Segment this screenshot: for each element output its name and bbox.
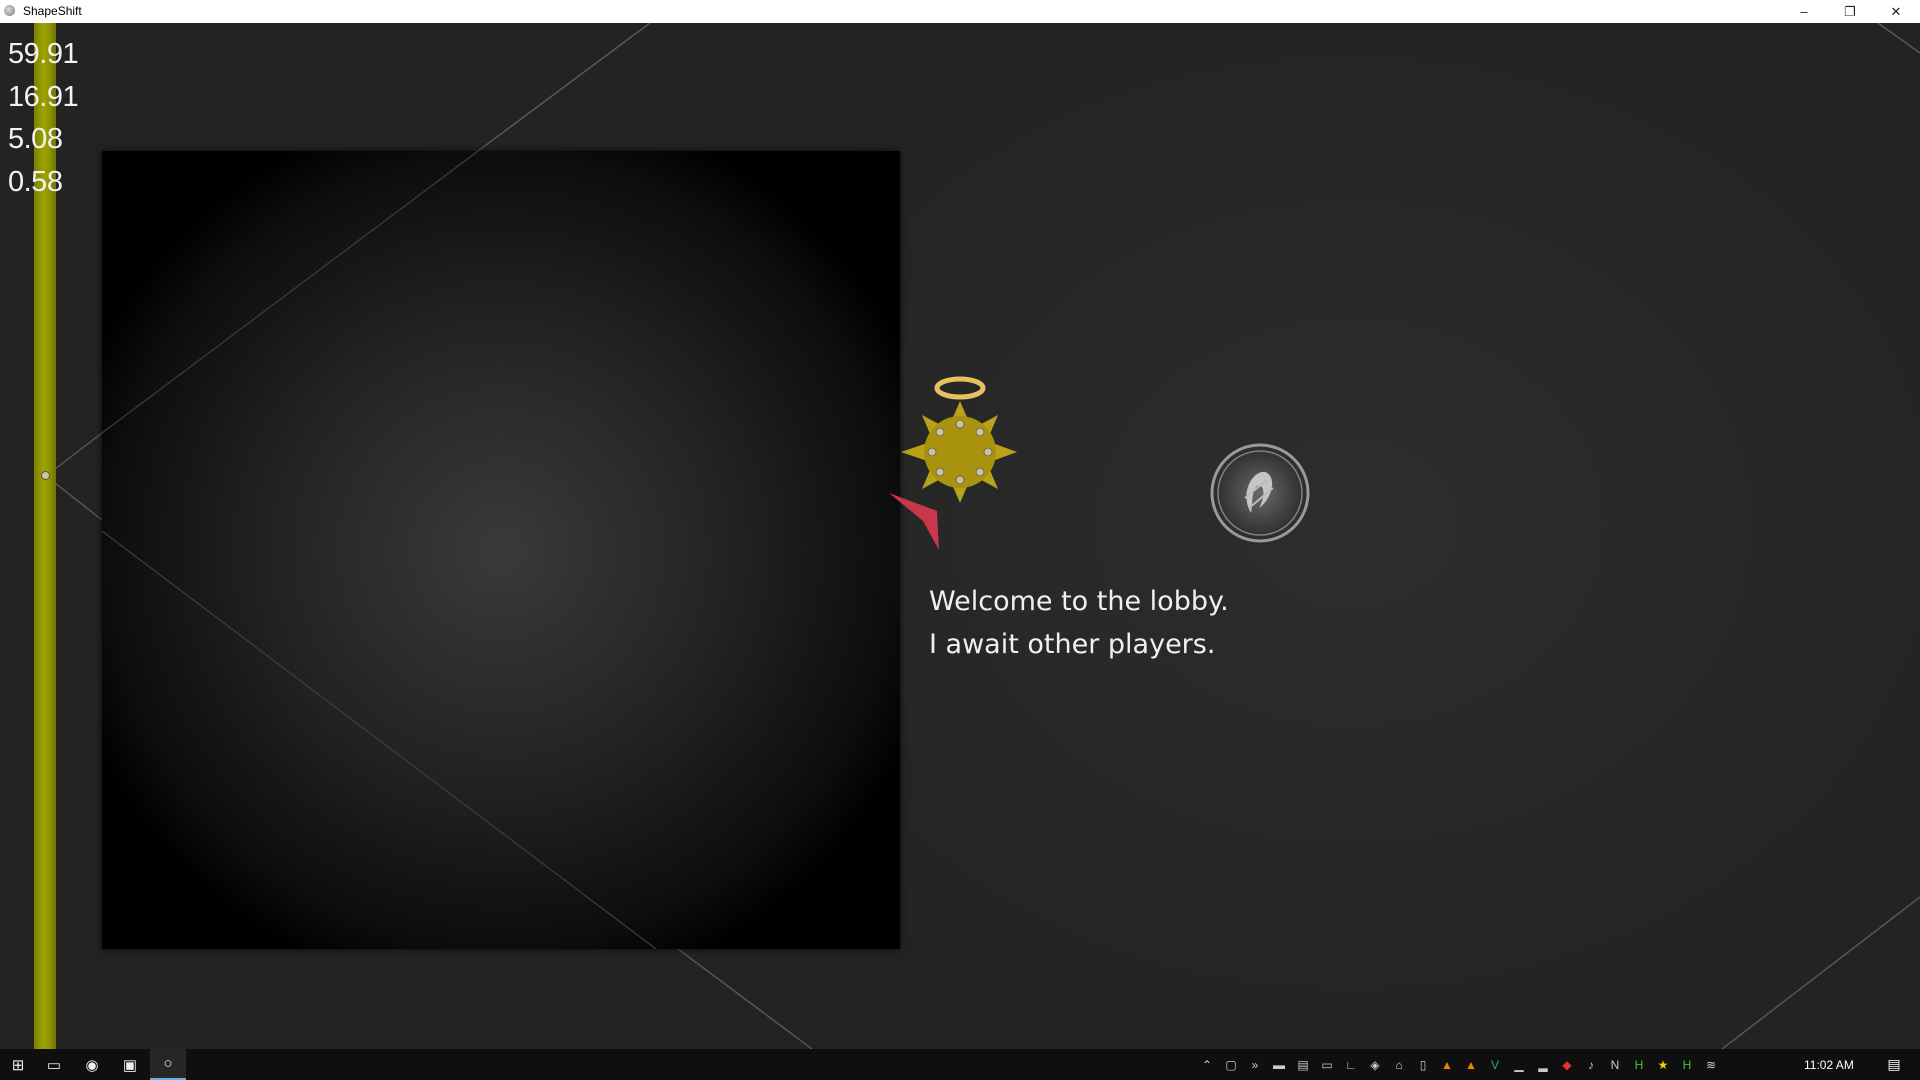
halo-icon: [934, 376, 986, 400]
printer-icon[interactable]: ▤: [1291, 1049, 1315, 1080]
pointer-arrow-icon: [889, 493, 939, 550]
shield-icon[interactable]: ◆: [1555, 1049, 1579, 1080]
overflow-icon[interactable]: »: [1243, 1049, 1267, 1080]
wifi-icon[interactable]: ≋: [1699, 1049, 1723, 1080]
monitor-icon[interactable]: ▭: [1315, 1049, 1339, 1080]
v-icon[interactable]: V: [1483, 1049, 1507, 1080]
game-window-icon[interactable]: ○: [150, 1049, 186, 1080]
game-canvas[interactable]: 59.91 16.91 5.08 0.58 Welcome to the lob…: [0, 23, 1920, 1049]
h-icon[interactable]: H: [1675, 1049, 1699, 1080]
vlc-icon-2[interactable]: ▲: [1459, 1049, 1483, 1080]
network-icon[interactable]: ⌂: [1387, 1049, 1411, 1080]
other-player-orb[interactable]: [1205, 438, 1315, 548]
lobby-message: Welcome to the lobby. I await other play…: [929, 580, 1229, 666]
minimize-button[interactable]: –: [1781, 0, 1827, 23]
grid-line: [1877, 23, 1920, 54]
stat-value-4: 0.58: [8, 165, 63, 198]
app-h-icon[interactable]: H: [1627, 1049, 1651, 1080]
shapeshift-app-icon[interactable]: ◉: [74, 1049, 110, 1080]
taskbar-clock[interactable]: 11:02 AM: [1804, 1058, 1854, 1072]
grid-line: [54, 482, 103, 521]
restore-button[interactable]: ❐: [1827, 0, 1873, 23]
app-n-icon[interactable]: N: [1603, 1049, 1627, 1080]
chart-icon[interactable]: ∟: [1339, 1049, 1363, 1080]
windows-start-icon[interactable]: ⊞: [0, 1049, 36, 1080]
grid-line: [677, 948, 813, 1049]
window-icon[interactable]: ▢: [1219, 1049, 1243, 1080]
bar-position-marker: [41, 471, 50, 480]
usb-icon[interactable]: ▯: [1411, 1049, 1435, 1080]
window-title: ShapeShift: [23, 4, 82, 18]
stat-value-2: 16.91: [8, 80, 79, 113]
action-center-icon[interactable]: ▤: [1876, 1049, 1912, 1080]
nvidia-icon[interactable]: ◈: [1363, 1049, 1387, 1080]
grid-line: [477, 23, 651, 152]
player-sun-character[interactable]: [889, 375, 1039, 595]
visual-studio-icon[interactable]: ▣: [112, 1049, 148, 1080]
grid-line: [1721, 896, 1920, 1049]
stat-value-3: 5.08: [8, 123, 63, 155]
stats-readout: 59.91 16.91 5.08 0.58: [8, 33, 79, 203]
speaker-icon[interactable]: ♪: [1579, 1049, 1603, 1080]
chevron-up-icon[interactable]: ⌃: [1195, 1049, 1219, 1080]
panel-grid-lines: [102, 151, 657, 949]
vlc-icon[interactable]: ▲: [1435, 1049, 1459, 1080]
windows-taskbar: ⊞ ▭ ◉ ▣ ○ ⌃ ▢ » ▬ ▤ ▭ ∟ ◈ ⌂ ▯ ▲ ▲ V ▁ ▂ …: [0, 1049, 1920, 1080]
task-view-icon[interactable]: ▭: [36, 1049, 72, 1080]
storage-icon[interactable]: ▬: [1267, 1049, 1291, 1080]
window-title-bar: ShapeShift – ❐ ✕: [0, 0, 1920, 23]
lobby-message-line-1: Welcome to the lobby.: [929, 586, 1229, 617]
dark-sphere-panel: [102, 151, 900, 949]
shapeshift-app-icon: [4, 5, 15, 16]
star-icon[interactable]: ★: [1651, 1049, 1675, 1080]
bar-icon[interactable]: ▁: [1507, 1049, 1531, 1080]
close-button[interactable]: ✕: [1873, 0, 1919, 23]
lobby-message-line-2: I await other players.: [929, 629, 1216, 660]
grid-line: [54, 432, 103, 470]
system-tray: ⌃ ▢ » ▬ ▤ ▭ ∟ ◈ ⌂ ▯ ▲ ▲ V ▁ ▂ ◆ ♪ N H ★ …: [1195, 1049, 1723, 1080]
stat-value-1: 59.91: [8, 38, 79, 70]
bar-icon-2[interactable]: ▂: [1531, 1049, 1555, 1080]
